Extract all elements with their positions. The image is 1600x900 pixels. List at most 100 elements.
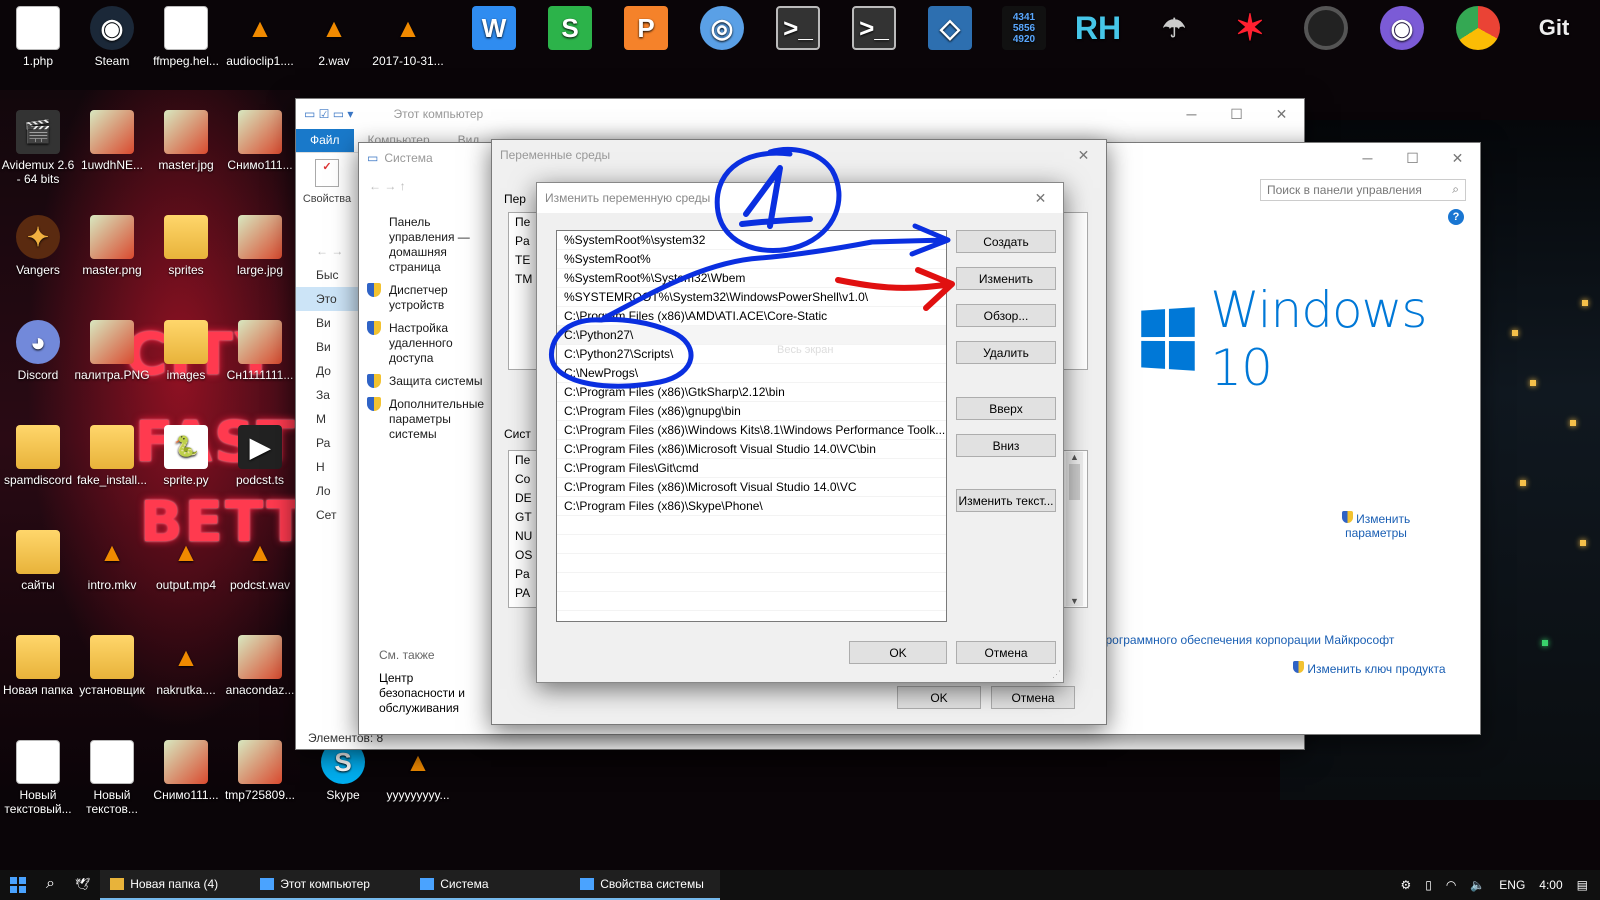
taskbar-item[interactable]: Новая папка (4) [100,870,251,900]
path-entry[interactable]: C:\Program Files (x86)\Microsoft Visual … [557,478,946,497]
desktop-icon[interactable]: large.jpg [222,215,298,277]
rh-icon[interactable]: RH [1074,6,1122,54]
battery-icon[interactable]: ▯ [1425,878,1432,892]
close-button[interactable]: ✕ [1061,140,1106,170]
system-task-link[interactable]: Защита системы [359,370,494,393]
system-vars-scrollbar[interactable]: ▲ ▼ [1066,452,1083,606]
language-indicator[interactable]: ENG [1499,878,1525,892]
tray-app-icon[interactable]: ⚙ [1400,878,1411,892]
desktop-icon[interactable]: установщик [74,635,150,697]
nav-arrows[interactable]: ← → [296,239,358,263]
desktop-icon[interactable]: Новый текстовый... [0,740,76,816]
desktop-icon[interactable]: Снимо111... [148,740,224,802]
path-entry[interactable]: %SystemRoot%\System32\Wbem [557,269,946,288]
nav-item[interactable]: Это [296,287,358,311]
network-icon[interactable]: ☂ [1150,6,1198,54]
search-button[interactable]: ⌕ [36,870,65,900]
path-entry[interactable]: %SystemRoot% [557,250,946,269]
cancel-button[interactable]: Отмена [956,641,1056,664]
path-entry[interactable]: C:\Python27\ [557,326,946,345]
ms-software-link[interactable]: программного обеспечения корпорации Майк… [1099,633,1394,647]
system-task-link[interactable]: Настройка удаленного доступа [359,317,494,370]
close-button[interactable]: ✕ [1018,183,1063,213]
desktop-icon[interactable]: master.png [74,215,150,277]
desktop-icon[interactable]: ▲ 2.wav [296,6,372,68]
desktop-icon[interactable]: ▲ output.mp4 [148,530,224,592]
desktop-icon[interactable]: tmp725809... [222,740,298,802]
nav-item[interactable]: За [296,383,358,407]
desktop-icon[interactable]: master.jpg [148,110,224,172]
nav-item[interactable]: До [296,359,358,383]
help-icon[interactable]: ? [1448,209,1464,225]
desktop-icon[interactable]: Новая папка [0,635,76,697]
nav-item[interactable]: Ви [296,335,358,359]
desktop-icon[interactable]: Сн1111111... [222,320,298,382]
system-task-link[interactable]: Дополнительные параметры системы [359,393,494,446]
desktop-icon[interactable]: ◕ Discord [0,320,76,382]
desktop-icon[interactable]: images [148,320,224,382]
cortana-button[interactable]: 🕊 [65,870,100,900]
desktop-icon[interactable]: ▲ audioclip1.... [222,6,298,68]
obs-icon[interactable] [1302,6,1350,54]
desktop-icon[interactable]: spamdiscord [0,425,76,487]
edit-env-var-dialog[interactable]: Изменить переменную среды ✕ %SystemRoot%… [536,182,1064,683]
path-entry[interactable]: C:\Python27\Scripts\ [557,345,946,364]
path-entry[interactable]: C:\Program Files (x86)\AMD\ATI.ACE\Core-… [557,307,946,326]
desktop-icon[interactable]: Новый текстов... [74,740,150,816]
path-entry[interactable]: C:\Program Files (x86)\Windows Kits\8.1\… [557,421,946,440]
desktop-icon[interactable]: ▲ nakrutka.... [148,635,224,697]
desktop-icon[interactable]: ▲ intro.mkv [74,530,150,592]
git-icon[interactable]: Git [1530,6,1578,54]
path-entry[interactable]: C:\Program Files (x86)\Skype\Phone\ [557,497,946,516]
browse-button[interactable]: Обзор... [956,304,1056,327]
properties-button[interactable]: ✓ Свойства [296,155,358,205]
nav-item[interactable]: Н [296,455,358,479]
github-icon[interactable]: ◉ [1378,6,1426,54]
chrome-icon[interactable] [1454,6,1502,54]
path-entry[interactable]: C:\NewProgs\ [557,364,946,383]
empty-row[interactable] [557,573,946,592]
star-icon[interactable]: ✶ [1226,6,1274,54]
empty-row[interactable] [557,554,946,573]
settings-icon[interactable]: ◎ [698,6,746,54]
desktop-icon[interactable]: 1.php [0,6,76,68]
taskbar-item[interactable]: Система [410,870,571,900]
desktop-icon[interactable]: Снимо111... [222,110,298,172]
desktop-icon[interactable]: ffmpeg.hel... [148,6,224,68]
taskbar-item[interactable]: Свойства системы [570,870,721,900]
desktop-icon[interactable]: ▲ podcst.wav [222,530,298,592]
cancel-button[interactable]: Отмена [991,686,1075,709]
nav-item[interactable]: Ра [296,431,358,455]
path-entry[interactable]: C:\Program Files (x86)\gnupg\bin [557,402,946,421]
desktop-icon[interactable]: палитра.PNG [74,320,150,382]
edit-text-button[interactable]: Изменить текст... [956,489,1056,512]
path-entry[interactable]: C:\Program Files (x86)\Microsoft Visual … [557,440,946,459]
path-entry[interactable]: C:\Program Files\Git\cmd [557,459,946,478]
maximize-button[interactable]: ☐ [1390,143,1435,173]
calculator-icon[interactable]: 4341 5856 4920 [1000,6,1048,54]
resize-grip-icon[interactable]: ⋰ [1052,669,1061,680]
wps-presentation-icon[interactable]: P [622,6,670,54]
start-button[interactable] [0,870,36,900]
move-up-button[interactable]: Вверх [956,397,1056,420]
close-button[interactable]: ✕ [1259,99,1304,129]
minimize-button[interactable]: ─ [1169,99,1214,129]
desktop-icon[interactable]: 🎬 Avidemux 2.6 - 64 bits [0,110,76,186]
volume-icon[interactable]: 🔈 [1470,878,1485,892]
virtualbox-icon[interactable]: ◇ [926,6,974,54]
terminal-icon[interactable]: >_ [774,6,822,54]
nav-item[interactable]: М [296,407,358,431]
tab-file[interactable]: Файл [296,129,354,152]
close-button[interactable]: ✕ [1435,143,1480,173]
security-center-link[interactable]: Центр безопасности и обслуживания [379,671,489,716]
terminal-icon[interactable]: >_ [850,6,898,54]
nav-item[interactable]: Быс [296,263,358,287]
desktop-icon[interactable]: ▲ 2017-10-31... [370,6,446,68]
path-list[interactable]: %SystemRoot%\system32 %SystemRoot% %System… [556,230,947,622]
system-task-link[interactable]: Диспетчер устройств [359,279,494,317]
path-entry[interactable]: %SystemRoot%\system32 [557,231,946,250]
wifi-icon[interactable]: ◠ [1446,878,1456,892]
ok-button[interactable]: OK [849,641,947,664]
desktop-icon[interactable]: sprites [148,215,224,277]
clock[interactable]: 4:00 [1539,878,1562,892]
